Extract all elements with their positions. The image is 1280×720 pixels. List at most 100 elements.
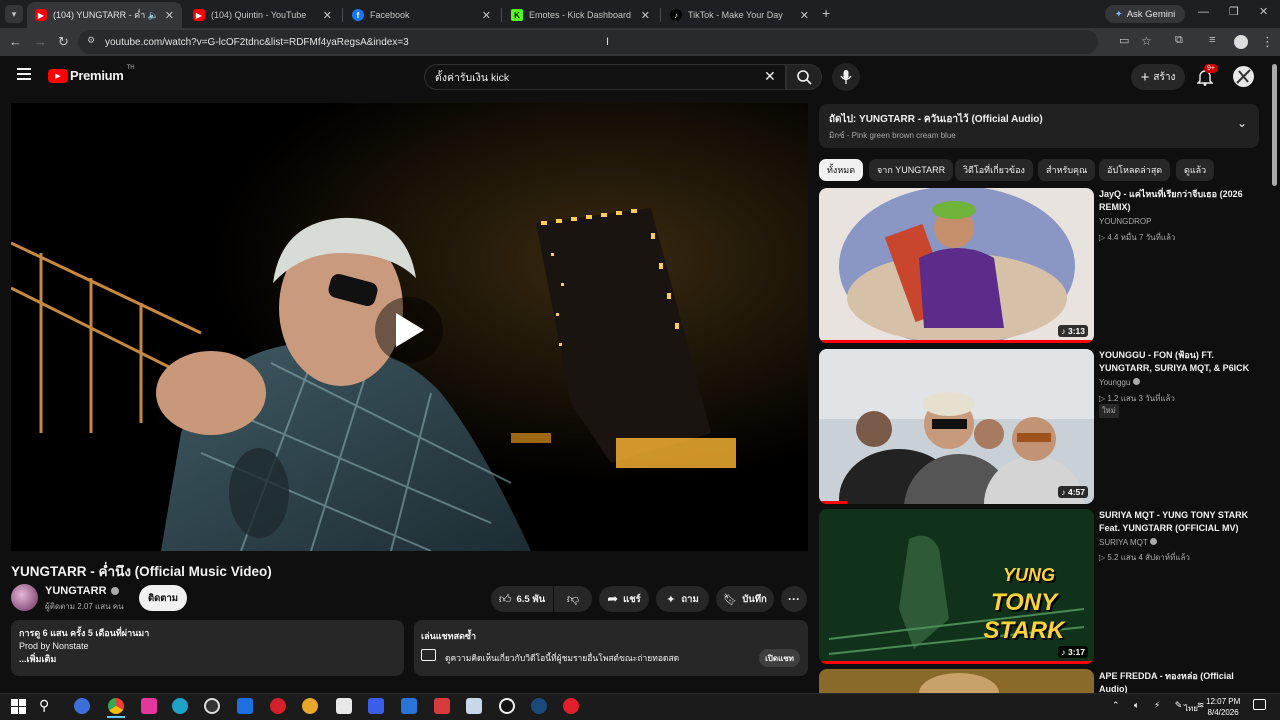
related-video-title[interactable]: SURIYA MQT - YUNG TONY STARK Feat. YUNGT… xyxy=(1099,509,1259,535)
search-icon[interactable]: ⚲ xyxy=(39,697,49,714)
chip-watched[interactable]: ดูแล้ว xyxy=(1176,159,1215,181)
app-icon[interactable] xyxy=(466,698,482,714)
windows-start-icon[interactable] xyxy=(11,699,26,714)
notification-center-icon[interactable] xyxy=(1253,699,1266,710)
save-button[interactable]: 🔖︎ บันทึก xyxy=(716,586,774,612)
dislike-button[interactable]: 👎︎ xyxy=(554,586,592,612)
ask-button[interactable]: ✦ ถาม xyxy=(656,586,709,612)
clock[interactable]: 12:07 PM 8/4/2026 xyxy=(1206,696,1240,718)
restore-button[interactable]: ❐ xyxy=(1229,5,1239,18)
live-chat-text: ดูความคิดเห็นเกี่ยวกับวิดีโอนี้ที่ผู้ชมร… xyxy=(445,653,680,663)
tab-tiktok[interactable]: ♪ TikTok - Make Your Day ✕ xyxy=(662,2,817,28)
reload-icon[interactable]: ↻ xyxy=(58,34,69,50)
chip-recent-uploads[interactable]: อัปโหลดล่าสุด xyxy=(1099,159,1171,181)
gemini-icon: ✦ xyxy=(1114,8,1123,20)
cast-icon[interactable]: ▭ xyxy=(1119,34,1129,47)
facebook-icon: f xyxy=(352,9,364,21)
input-language[interactable]: ไทย xyxy=(1184,702,1198,715)
search-input[interactable]: ตั้งค่ารับเงิน kick xyxy=(424,64,786,90)
thumbs-up-icon: 👍︎ xyxy=(498,591,512,606)
youtube-logo[interactable]: ▶ Premium TH xyxy=(48,65,135,83)
menu-kebab-icon[interactable]: ⋮ xyxy=(1261,34,1274,50)
window-close-button[interactable]: ✕ xyxy=(1259,5,1268,18)
app-icon[interactable] xyxy=(401,698,417,714)
reading-list-icon[interactable]: ≡ xyxy=(1209,34,1215,46)
channel-avatar[interactable] xyxy=(11,584,38,611)
site-info-icon[interactable]: ⚙ xyxy=(87,35,95,46)
new-tab-button[interactable]: + xyxy=(822,5,830,21)
youtube-icon: ▶ xyxy=(193,9,205,21)
app-icon[interactable] xyxy=(141,698,157,714)
chip-related[interactable]: วิดีโอที่เกี่ยวข้อง xyxy=(955,159,1033,181)
account-avatar[interactable] xyxy=(1233,66,1254,87)
app-icon[interactable] xyxy=(270,698,286,714)
hamburger-menu-icon[interactable] xyxy=(17,68,31,80)
app-icon[interactable] xyxy=(237,698,253,714)
chip-all[interactable]: ทั้งหมด xyxy=(819,159,864,181)
chrome-icon[interactable] xyxy=(108,698,124,714)
show-more-link[interactable]: ...เพิ่มเติม xyxy=(19,653,396,666)
chip-from-channel[interactable]: จาก YUNGTARR xyxy=(869,159,954,181)
related-video-channel[interactable]: YOUNGDROP xyxy=(1099,217,1151,226)
close-icon[interactable]: ✕ xyxy=(482,9,491,22)
app-icon[interactable] xyxy=(434,698,450,714)
profile-avatar[interactable] xyxy=(1234,35,1248,49)
notifications-button[interactable]: 9+ xyxy=(1196,64,1218,91)
related-video-thumbnail[interactable]: ♪ 4:57 xyxy=(819,349,1094,504)
app-icon[interactable] xyxy=(563,698,579,714)
app-icon[interactable] xyxy=(368,698,384,714)
description-box[interactable]: การดู 6 แสน ครั้ง 5 เดือนที่ผ่านมา Prod … xyxy=(11,620,404,676)
video-player[interactable] xyxy=(11,103,808,551)
page-scrollbar[interactable] xyxy=(1272,64,1277,186)
app-icon[interactable] xyxy=(499,698,515,714)
edge-icon[interactable] xyxy=(172,698,188,714)
up-next-mix-header[interactable]: ถัดไป: YUNGTARR - ควันเอาไว้ (Official A… xyxy=(819,104,1259,148)
app-icon[interactable] xyxy=(204,698,220,714)
file-icon[interactable] xyxy=(336,698,352,714)
create-button[interactable]: + สร้าง xyxy=(1131,64,1185,90)
channel-name[interactable]: YUNGTARR xyxy=(45,585,119,597)
related-video-thumbnail[interactable] xyxy=(819,669,1094,693)
tab-search-button[interactable]: ▾ xyxy=(5,5,23,23)
music-note-icon: ♪ xyxy=(1061,487,1068,497)
close-icon[interactable]: ✕ xyxy=(641,9,650,22)
close-icon[interactable]: ✕ xyxy=(800,9,809,22)
bookmark-star-icon[interactable]: ☆ xyxy=(1141,34,1152,48)
tab-facebook[interactable]: f Facebook ✕ xyxy=(344,2,499,28)
open-chat-button[interactable]: เปิดแชท xyxy=(759,649,800,667)
forward-arrow-icon[interactable]: → xyxy=(34,34,47,49)
tab-youtube-quintin[interactable]: ▶ (104) Quintin - YouTube ✕ xyxy=(185,2,340,28)
back-arrow-icon[interactable]: ← xyxy=(9,34,22,49)
related-video-meta: ▷ 5.2 แสน 4 สัปดาห์ที่แล้ว xyxy=(1099,553,1190,562)
related-video-title[interactable]: YOUNGGU - FON (ฟ้อน) FT. YUNGTARR, SURIY… xyxy=(1099,349,1259,375)
related-video-thumbnail[interactable]: YUNG TONY STARK ♪ 3:17 xyxy=(819,509,1094,664)
related-video-channel[interactable]: SURIYA MQT xyxy=(1099,538,1157,547)
tab-youtube-yungtarr[interactable]: ▶ (104) YUNGTARR - ค่ำนึง (Official Musi… xyxy=(27,2,182,28)
address-bar[interactable]: ⚙ youtube.com/watch?v=G-lcOF2tdnc&list=R… xyxy=(78,30,1098,54)
subscribe-button[interactable]: ติดตาม xyxy=(139,585,187,611)
more-actions-button[interactable]: ··· xyxy=(781,586,807,612)
related-video-channel[interactable]: Younggu xyxy=(1099,378,1140,387)
voice-search-button[interactable] xyxy=(832,63,860,91)
taskbar xyxy=(0,693,1280,720)
ask-gemini-button[interactable]: ✦ Ask Gemini xyxy=(1105,5,1185,23)
related-video-title[interactable]: JayQ - แค่ไหนที่เรียกว่าจีบเธอ (2026 REM… xyxy=(1099,188,1259,214)
share-button[interactable]: ➦ แชร์ xyxy=(599,586,649,612)
search-button[interactable] xyxy=(786,64,822,90)
app-icon[interactable] xyxy=(302,698,318,714)
play-button[interactable] xyxy=(375,297,443,363)
tab-kick[interactable]: K Emotes - Kick Dashboard ✕ xyxy=(503,2,658,28)
chip-for-you[interactable]: สำหรับคุณ xyxy=(1038,159,1096,181)
close-icon[interactable]: ✕ xyxy=(165,9,174,22)
app-icon[interactable] xyxy=(74,698,90,714)
speaker-icon[interactable]: 🔈 xyxy=(148,10,159,21)
clear-search-icon[interactable]: ✕ xyxy=(764,68,776,85)
extensions-icon[interactable]: ⧉ xyxy=(1175,34,1183,47)
minimize-button[interactable]: — xyxy=(1198,6,1209,18)
close-icon[interactable]: ✕ xyxy=(323,9,332,22)
steam-icon[interactable] xyxy=(531,698,547,714)
related-video-thumbnail[interactable]: ♪ 3:13 xyxy=(819,188,1094,343)
like-button[interactable]: 👍︎ 6.5 พัน xyxy=(491,586,553,612)
chevron-down-icon[interactable]: ⌄ xyxy=(1237,116,1247,130)
youtube-icon: ▶ xyxy=(35,9,47,21)
